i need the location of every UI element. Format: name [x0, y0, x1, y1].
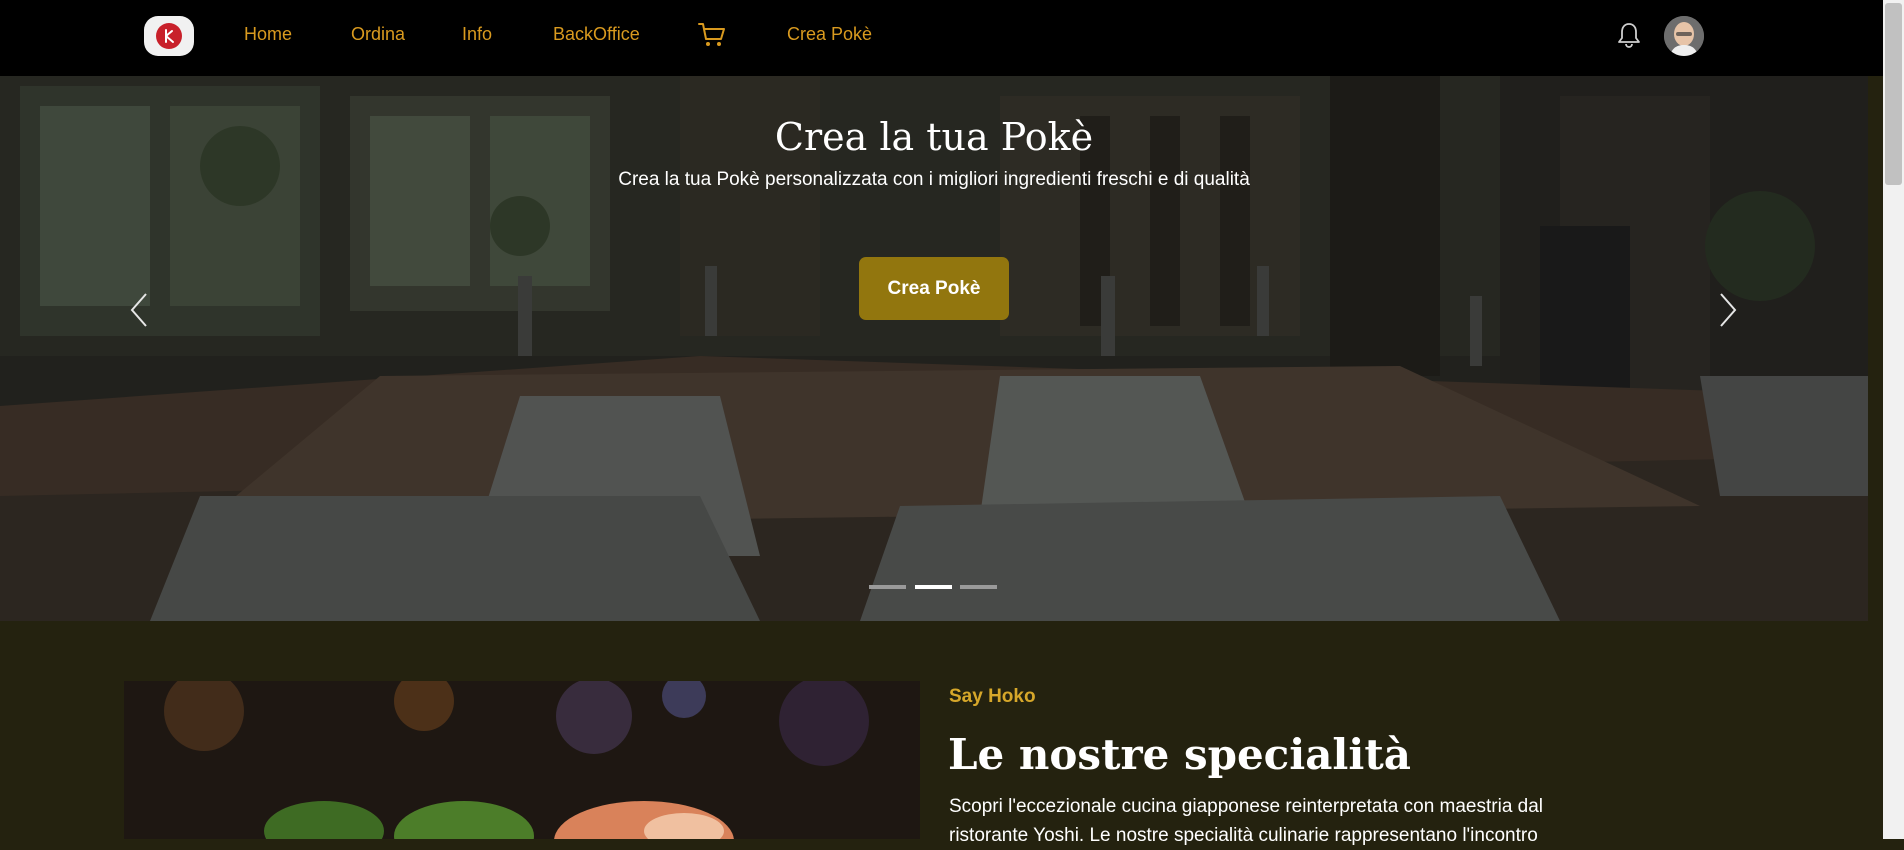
nav-info-link[interactable]: Info: [462, 22, 492, 46]
hero-subtitle: Crea la tua Pokè personalizzata con i mi…: [618, 169, 1250, 190]
logo-mark-icon: [156, 23, 182, 49]
specialties-image: [124, 681, 920, 839]
carousel-indicator-3[interactable]: [960, 585, 997, 589]
carousel-indicator-1[interactable]: [869, 585, 906, 589]
nav-crea-poke-link[interactable]: Crea Pokè: [787, 22, 872, 46]
nav-ordina-link[interactable]: Ordina: [351, 22, 405, 46]
hero-title: Crea la tua Pokè: [774, 115, 1094, 159]
carousel-indicator-2[interactable]: [915, 585, 952, 589]
nav-backoffice-link[interactable]: BackOffice: [553, 22, 640, 46]
carousel-next-chevron-icon[interactable]: [1716, 290, 1740, 330]
carousel-prev-chevron-icon[interactable]: [127, 290, 151, 330]
section-eyebrow: Say Hoko: [949, 686, 1036, 707]
section-title: Le nostre specialità: [948, 730, 1411, 779]
top-navbar: Home Ordina Info BackOffice Crea Pokè: [0, 0, 1883, 76]
cart-icon[interactable]: [697, 21, 727, 49]
user-avatar[interactable]: [1664, 16, 1704, 56]
page-scrollbar[interactable]: [1883, 0, 1904, 839]
hero-carousel: Crea la tua Pokè Crea la tua Pokè person…: [0, 76, 1868, 621]
scrollbar-thumb[interactable]: [1885, 3, 1902, 185]
nav-home-link[interactable]: Home: [244, 22, 292, 46]
section-body-text: Scopri l'eccezionale cucina giapponese r…: [949, 796, 1544, 846]
crea-poke-button[interactable]: Crea Pokè: [859, 257, 1009, 320]
carousel-indicators: [869, 585, 999, 589]
brand-logo[interactable]: [144, 16, 194, 56]
bell-icon[interactable]: [1616, 21, 1642, 49]
